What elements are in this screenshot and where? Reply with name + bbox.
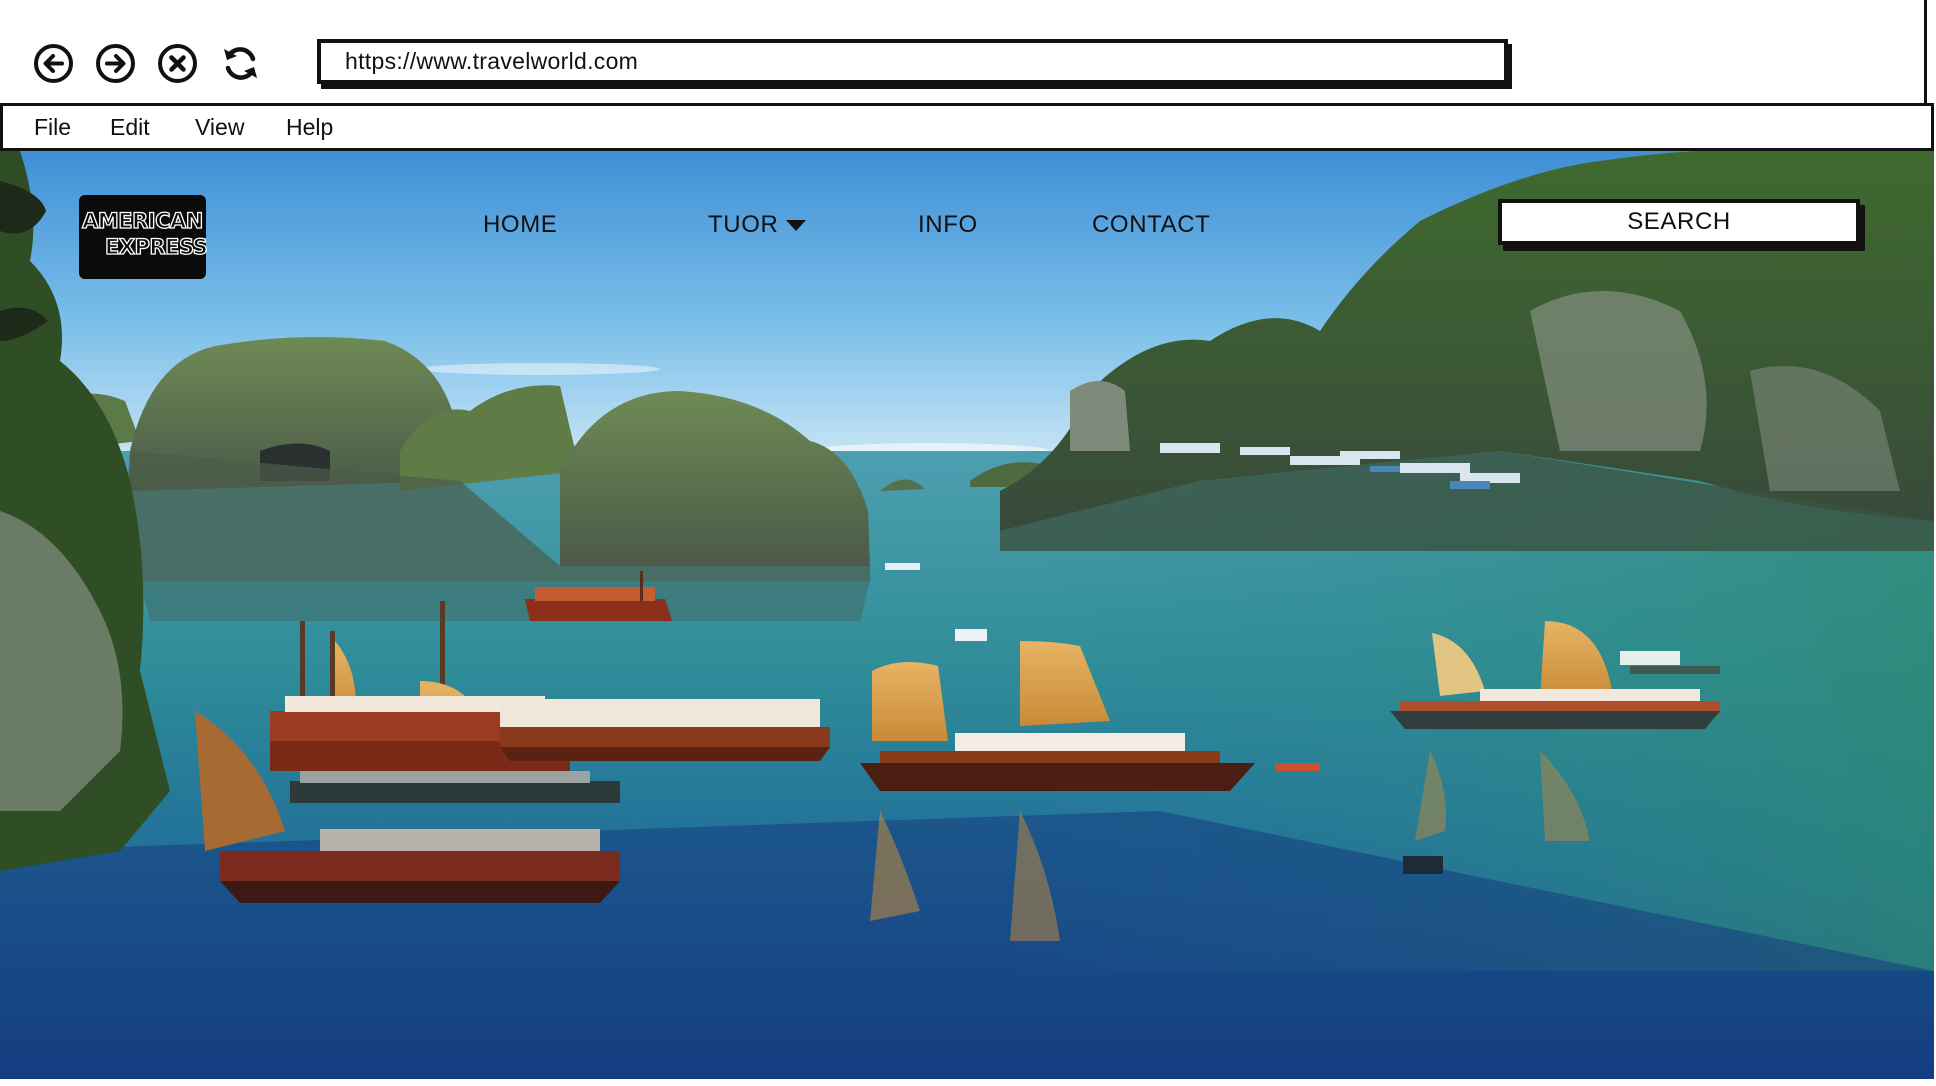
stop-button[interactable]: [157, 43, 198, 84]
address-bar[interactable]: https://www.travelworld.com: [317, 39, 1508, 84]
bay-landscape-photo: [0, 151, 1934, 1079]
brand-logo[interactable]: AMERICAN EXPRESS: [79, 195, 208, 279]
search-input[interactable]: SEARCH: [1498, 199, 1860, 245]
back-icon: [34, 44, 73, 83]
window-bottom-edge: [0, 1079, 1936, 1086]
menu-edit[interactable]: Edit: [110, 106, 150, 148]
hero-image: [0, 151, 1934, 1079]
browser-window: https://www.travelworld.com File Edit Vi…: [0, 0, 1936, 1086]
refresh-icon: [224, 47, 257, 80]
nav-tour-label: TUOR: [708, 211, 779, 238]
forward-button[interactable]: [95, 43, 136, 84]
refresh-button[interactable]: [220, 43, 261, 84]
caret-down-icon: [786, 220, 807, 232]
logo-text-line1: AMERICAN: [81, 209, 204, 233]
logo-text-line2: EXPRESS: [104, 235, 208, 259]
browser-toolbar: https://www.travelworld.com: [0, 0, 1936, 103]
nav-home[interactable]: HOME: [483, 210, 557, 240]
nav-info[interactable]: INFO: [918, 210, 978, 240]
address-url: https://www.travelworld.com: [345, 48, 639, 74]
menu-view[interactable]: View: [195, 106, 244, 148]
menu-bar: File Edit View Help: [0, 103, 1934, 151]
stop-icon: [158, 44, 197, 83]
nav-tour[interactable]: TUOR: [708, 210, 807, 240]
nav-contact[interactable]: CONTACT: [1092, 210, 1210, 240]
menu-file[interactable]: File: [34, 106, 71, 148]
window-edge: [1924, 0, 1927, 103]
search-label: SEARCH: [1627, 208, 1731, 235]
menu-help[interactable]: Help: [286, 106, 333, 148]
forward-icon: [96, 44, 135, 83]
back-button[interactable]: [33, 43, 74, 84]
